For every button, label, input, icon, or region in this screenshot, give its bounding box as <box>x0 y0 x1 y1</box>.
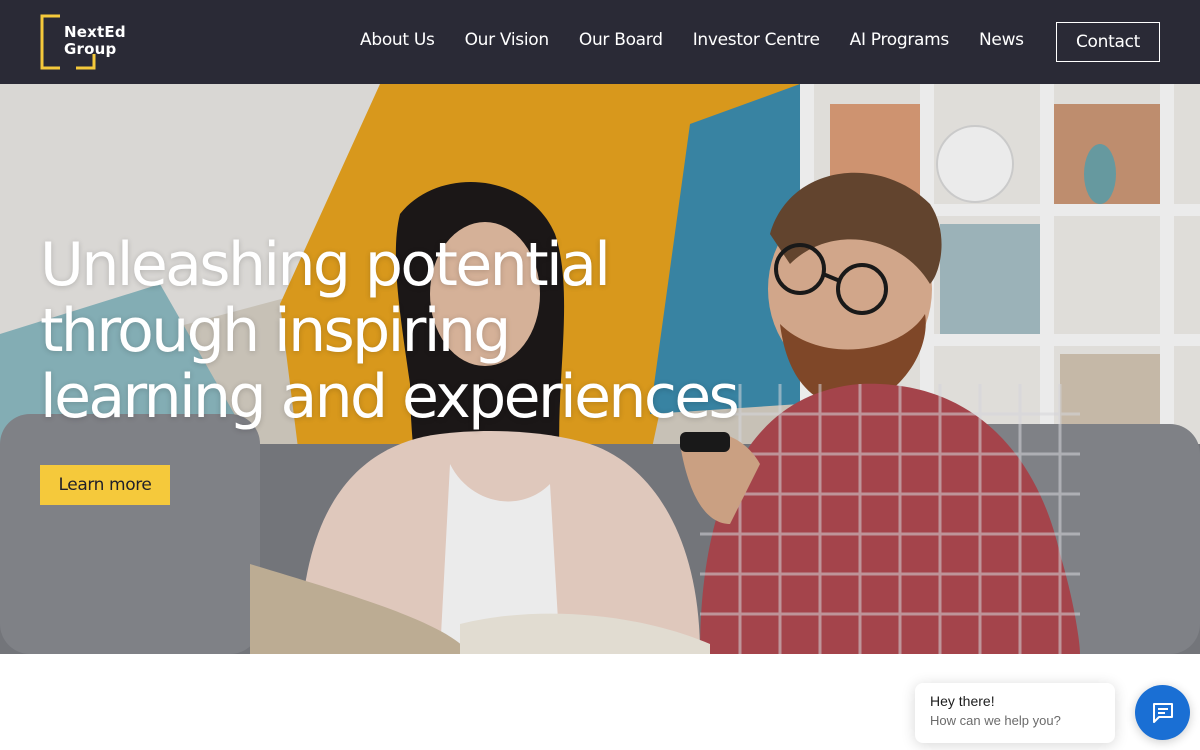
logo-line-2: Group <box>64 40 117 58</box>
nav-our-board[interactable]: Our Board <box>579 28 663 52</box>
hero-title-line-3: learning and experiences <box>40 362 740 432</box>
nav-investor-centre[interactable]: Investor Centre <box>693 28 820 52</box>
hero-title-line-2: through inspiring <box>40 296 511 366</box>
logo-line-1: NextEd <box>64 23 126 41</box>
hero-title: Unleashing potential through inspiring l… <box>40 230 740 432</box>
chat-icon <box>1152 702 1173 723</box>
learn-more-button[interactable]: Learn more <box>40 465 170 505</box>
chat-prompt-text: How can we help you? <box>930 713 1061 728</box>
nexted-logo[interactable]: NextEd Group <box>40 14 126 70</box>
chat-greeting-bubble[interactable]: Hey there! How can we help you? <box>915 683 1115 743</box>
nav-about-us[interactable]: About Us <box>360 28 435 52</box>
contact-button[interactable]: Contact <box>1056 22 1160 62</box>
chat-launcher-button[interactable] <box>1135 685 1190 740</box>
chat-greeting-text: Hey there! <box>930 693 995 709</box>
hero-title-line-1: Unleashing potential <box>40 230 611 300</box>
logo-wordmark: NextEd Group <box>64 24 126 58</box>
main-nav: About Us Our Vision Our Board Investor C… <box>360 28 1024 52</box>
nav-news[interactable]: News <box>979 28 1024 52</box>
site-header: NextEd Group About Us Our Vision Our Boa… <box>0 0 1200 84</box>
nav-our-vision[interactable]: Our Vision <box>465 28 550 52</box>
hero-section: Unleashing potential through inspiring l… <box>0 84 1200 654</box>
nav-ai-programs[interactable]: AI Programs <box>850 28 950 52</box>
